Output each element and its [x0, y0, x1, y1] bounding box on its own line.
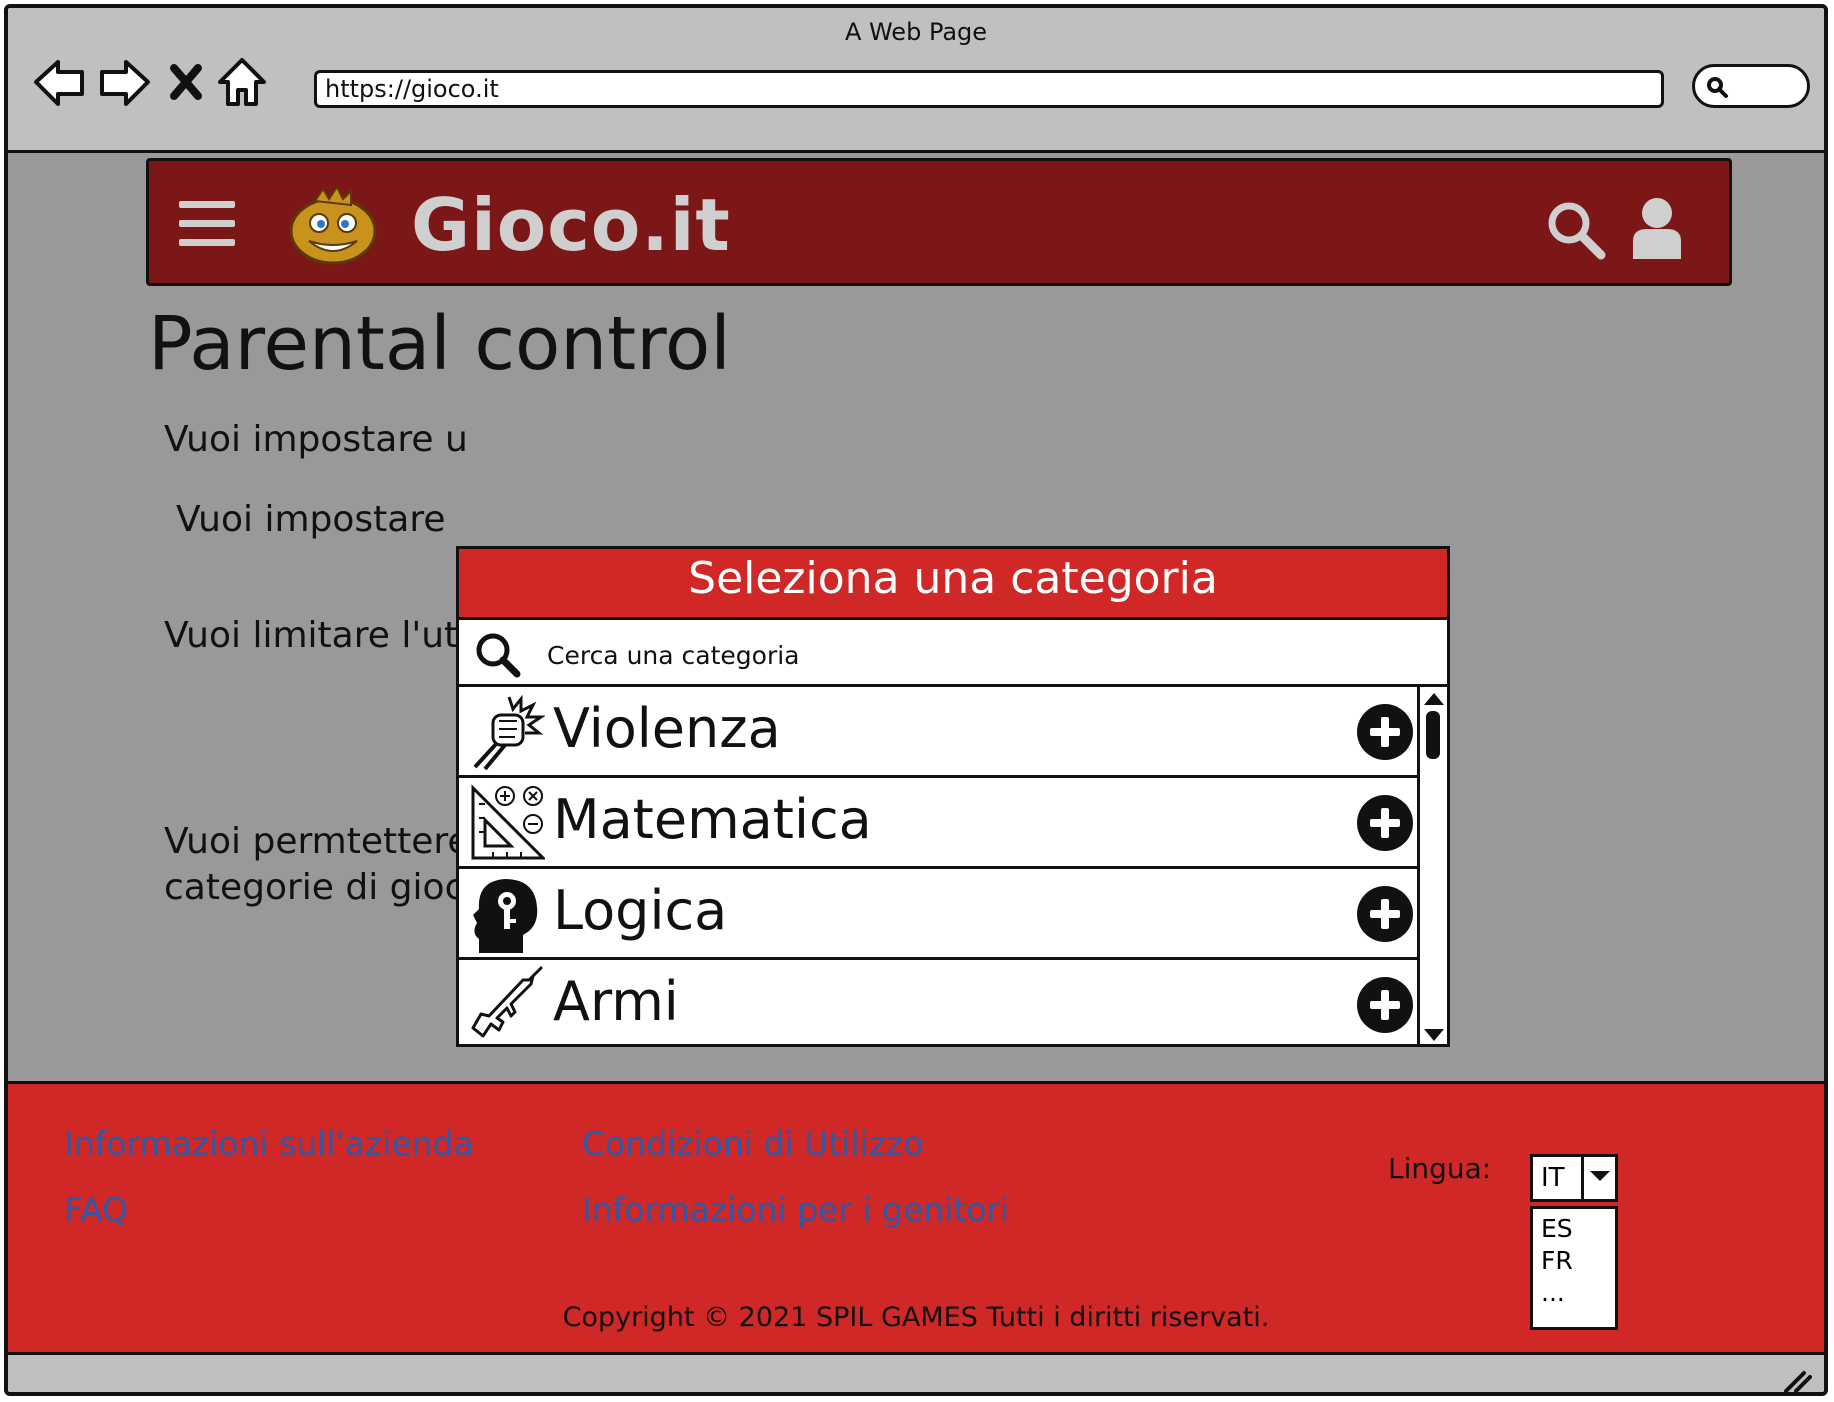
category-item-matematica[interactable]: Matematica	[459, 778, 1423, 869]
resize-handle-icon[interactable]	[1782, 1367, 1812, 1393]
page-content: Gioco.it Parental control Vuoi impostare…	[8, 153, 1824, 1081]
modal-scrollbar[interactable]	[1417, 687, 1447, 1044]
add-category-button[interactable]	[1357, 704, 1413, 760]
forward-arrow-icon[interactable]	[96, 54, 152, 110]
chevron-down-icon[interactable]	[1581, 1157, 1615, 1199]
question-usage-limit: Vuoi limitare l'uti	[164, 615, 469, 656]
category-label: Violenza	[553, 697, 781, 760]
category-picker-modal: Seleziona una categoria Violenza	[456, 546, 1450, 1047]
home-icon[interactable]	[214, 54, 270, 110]
rifle-icon	[471, 966, 543, 1038]
copyright-text: Copyright © 2021 SPIL GAMES Tutti i diri…	[562, 1302, 1270, 1333]
scroll-thumb[interactable]	[1426, 711, 1440, 759]
scroll-down-arrow-icon[interactable]	[1424, 1029, 1444, 1041]
browser-window: A Web Page https://gioco.it Gioco.it Par…	[4, 4, 1828, 1396]
language-option[interactable]: ES	[1541, 1213, 1607, 1245]
modal-title: Seleziona una categoria	[459, 549, 1447, 620]
footer-link-faq[interactable]: FAQ	[64, 1190, 128, 1229]
mascot-logo[interactable]	[285, 187, 381, 265]
browser-chrome: A Web Page https://gioco.it	[8, 8, 1824, 153]
site-logo-text[interactable]: Gioco.it	[411, 183, 731, 267]
category-item-armi[interactable]: Armi	[459, 960, 1423, 1044]
footer-link-terms[interactable]: Condizioni di Utilizzo	[582, 1124, 924, 1163]
language-select[interactable]: IT	[1530, 1154, 1618, 1202]
add-category-button[interactable]	[1357, 977, 1413, 1033]
language-selected-value: IT	[1541, 1163, 1565, 1193]
browser-search-icon	[1707, 77, 1728, 98]
add-category-button[interactable]	[1357, 795, 1413, 851]
add-category-button[interactable]	[1357, 886, 1413, 942]
language-label: Lingua:	[1388, 1152, 1492, 1185]
category-list: Violenza Matematica Logica Armi	[459, 687, 1423, 1044]
back-arrow-icon[interactable]	[32, 54, 88, 110]
browser-status-bar	[8, 1355, 1824, 1393]
footer-link-parents[interactable]: Informazioni per i genitori	[582, 1190, 1009, 1229]
site-header: Gioco.it	[146, 158, 1732, 286]
fist-icon	[473, 694, 545, 771]
language-option[interactable]: FR	[1541, 1245, 1607, 1277]
category-label: Armi	[553, 970, 679, 1033]
category-search-bar[interactable]	[459, 620, 1447, 687]
window-title: A Web Page	[844, 18, 988, 46]
question-age-limit: Vuoi impostare	[176, 499, 446, 540]
math-ruler-icon	[471, 784, 545, 860]
question-categories-line1: Vuoi permtettere	[164, 821, 470, 862]
category-label: Logica	[553, 879, 728, 942]
footer-link-about[interactable]: Informazioni sull'azienda	[64, 1124, 474, 1163]
category-item-violenza[interactable]: Violenza	[459, 687, 1423, 778]
search-icon[interactable]	[1545, 199, 1607, 261]
category-search-icon	[476, 633, 521, 678]
head-key-icon	[473, 879, 538, 953]
page-title: Parental control	[148, 301, 731, 387]
browser-search-field[interactable]	[1692, 64, 1810, 108]
category-search-input[interactable]	[545, 632, 1249, 678]
category-label: Matematica	[553, 788, 872, 851]
site-footer: Informazioni sull'azienda Condizioni di …	[8, 1081, 1824, 1355]
menu-icon[interactable]	[179, 201, 235, 247]
user-icon[interactable]	[1631, 195, 1683, 259]
url-bar[interactable]: https://gioco.it	[314, 70, 1664, 108]
stop-icon[interactable]	[158, 54, 214, 110]
question-time-limit: Vuoi impostare u	[164, 419, 468, 460]
scroll-up-arrow-icon[interactable]	[1424, 693, 1444, 705]
category-item-logica[interactable]: Logica	[459, 869, 1423, 960]
